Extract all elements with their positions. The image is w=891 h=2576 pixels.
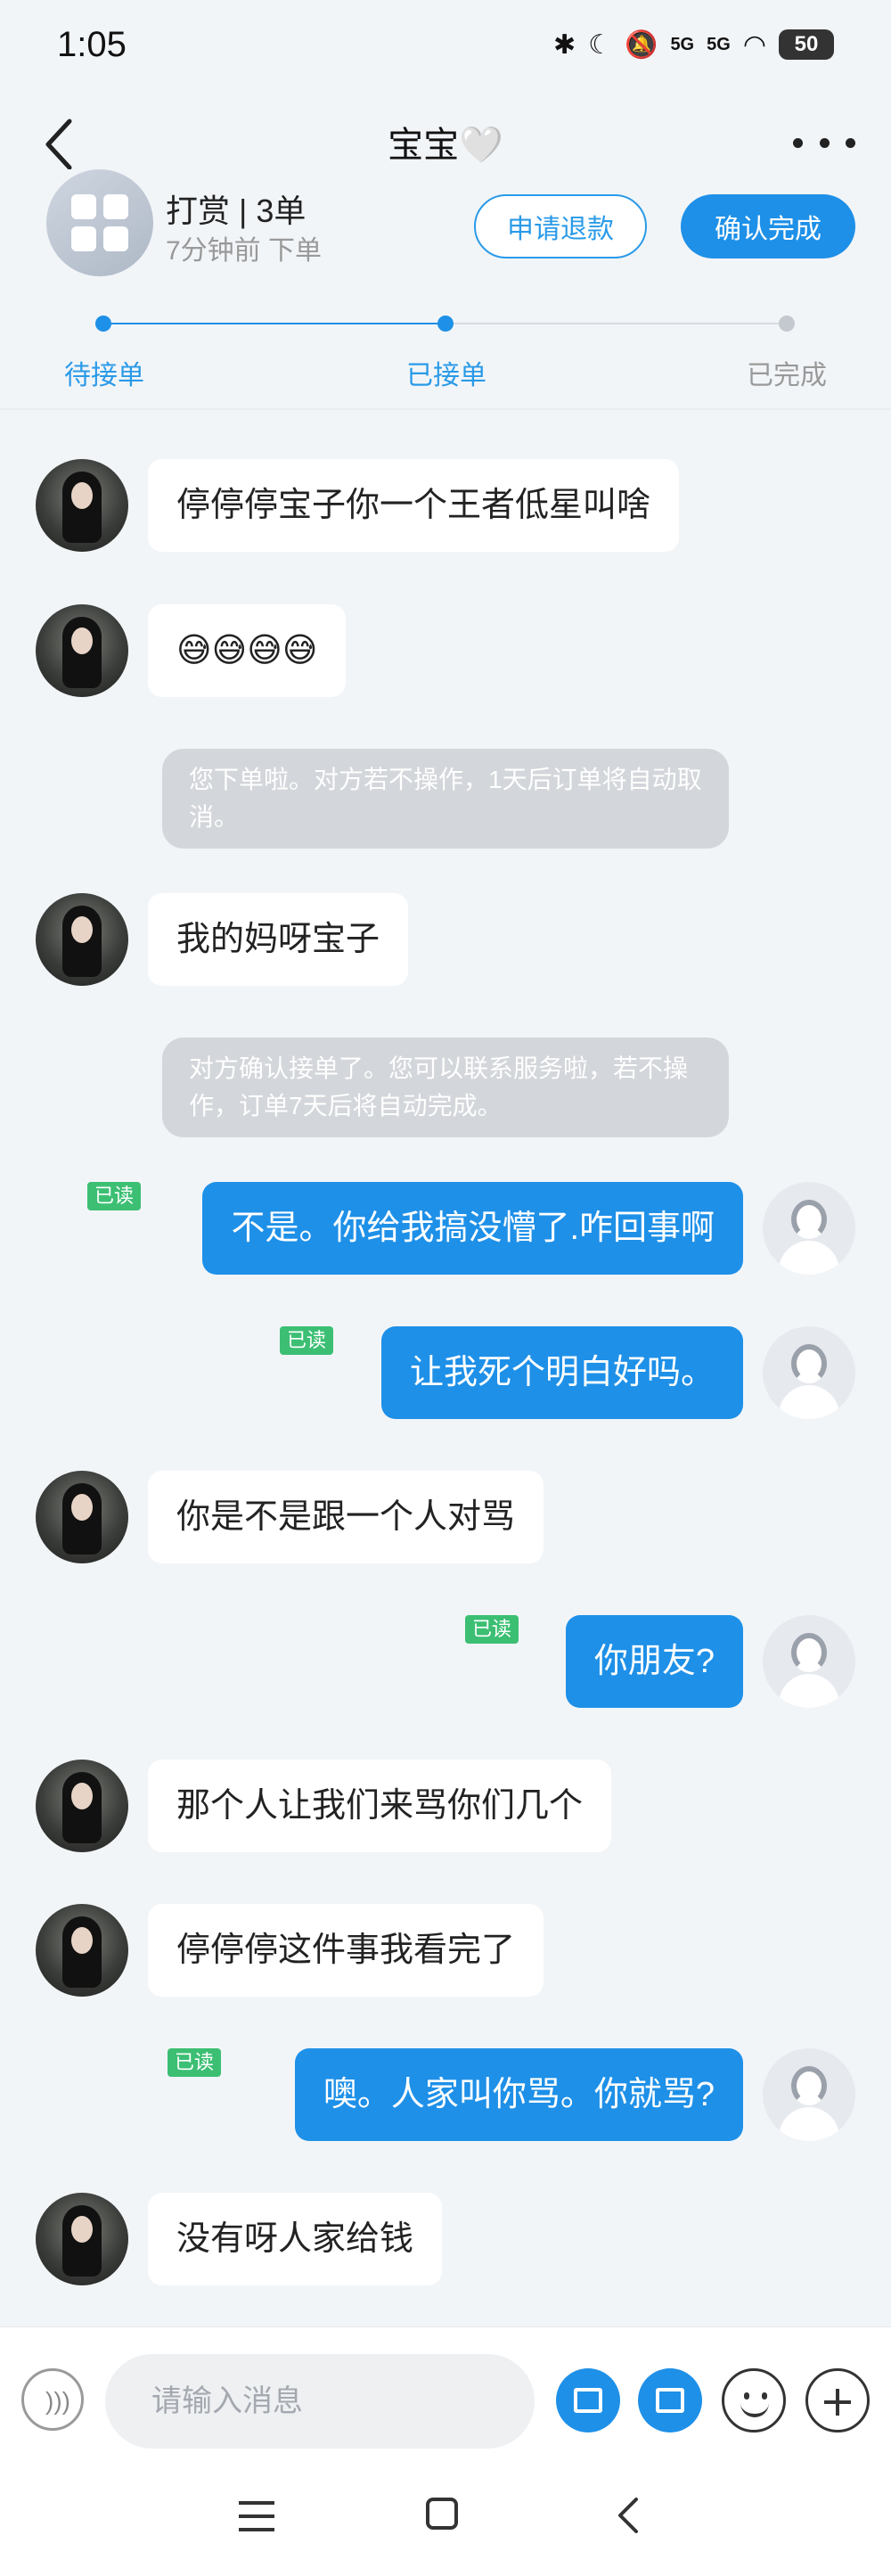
status-time: 1:05 [57, 24, 127, 64]
system-nav-bar [0, 2469, 891, 2576]
message-incoming[interactable]: 你是不是跟一个人对骂 [148, 1471, 544, 1563]
battery-icon: 50 [779, 29, 834, 60]
message-incoming[interactable]: 那个人让我们来骂你们几个 [148, 1760, 612, 1852]
emoji-button[interactable] [722, 2368, 786, 2432]
voice-icon: ))) [45, 2387, 70, 2415]
my-avatar[interactable] [763, 1326, 855, 1419]
confirm-complete-button[interactable]: 确认完成 [681, 194, 855, 258]
system-message: 对方确认接单了。您可以联系服务啦，若不操作，订单7天后将自动完成。 [162, 1038, 729, 1137]
moon-icon: ☾ [588, 29, 613, 60]
voice-button[interactable]: ))) [21, 2368, 84, 2431]
status-icons: ✱ ☾ 🔕 5G 5G ◠ 50 [553, 29, 834, 61]
step-label-pending: 待接单 [64, 361, 144, 390]
emoji-icon [744, 2392, 749, 2400]
signal-icon: 5G [670, 34, 695, 54]
order-box-button[interactable] [638, 2368, 702, 2432]
my-avatar[interactable] [763, 2048, 855, 2141]
system-message: 您下单啦。对方若不操作，1天后订单将自动取消。 [162, 749, 729, 849]
status-bar: 1:05 ✱ ☾ 🔕 5G 5G ◠ 50 [0, 0, 891, 89]
step-label-completed: 已完成 [747, 361, 827, 390]
dot-icon [846, 137, 855, 148]
box-icon [656, 2388, 684, 2413]
menu-icon[interactable] [239, 2501, 274, 2531]
step-dot-1 [95, 316, 111, 332]
progress-line-done [103, 323, 442, 324]
read-badge: 已读 [87, 1182, 142, 1210]
wifi-icon: ◠ [742, 29, 766, 60]
message-incoming[interactable]: 我的妈呀宝子 [148, 893, 409, 986]
message-incoming[interactable]: 😅😅😅😅 [148, 604, 347, 697]
gift-icon [574, 2388, 602, 2413]
step-dot-2 [437, 316, 454, 332]
back-nav-icon[interactable] [615, 2496, 642, 2535]
read-badge: 已读 [465, 1615, 519, 1644]
message-incoming[interactable]: 停停停宝子你一个王者低星叫啥 [148, 459, 680, 552]
request-refund-button[interactable]: 申请退款 [474, 194, 647, 258]
avatar[interactable] [36, 604, 128, 697]
read-badge: 已读 [168, 2048, 222, 2077]
progress-line-pending [446, 323, 786, 324]
avatar[interactable] [36, 1471, 128, 1563]
signal-icon-2: 5G [707, 34, 731, 54]
message-outgoing[interactable]: 噢。人家叫你骂。你就骂? [294, 2048, 743, 2141]
read-badge: 已读 [280, 1326, 334, 1355]
bluetooth-icon: ✱ [553, 29, 576, 60]
my-avatar[interactable] [763, 1615, 855, 1708]
page-title: 宝宝🤍 [388, 126, 503, 165]
avatar[interactable] [36, 1760, 128, 1852]
order-title: 打赏 | 3单 [166, 193, 307, 229]
avatar[interactable] [36, 2193, 128, 2285]
message-outgoing[interactable]: 你朋友? [565, 1615, 743, 1708]
dot-icon [819, 137, 830, 148]
order-header: 打赏 | 3单 7分钟前 下单 申请退款 确认完成 待接单 已接单 已完成 [0, 169, 891, 410]
chat-list[interactable]: 停停停宝子你一个王者低星叫啥 😅😅😅😅 您下单啦。对方若不操作，1天后订单将自动… [0, 410, 891, 2326]
home-icon[interactable] [426, 2498, 458, 2530]
order-time: 7分钟前 下单 [166, 236, 323, 266]
message-outgoing[interactable]: 不是。你给我搞没懵了.咋回事啊 [202, 1182, 743, 1275]
message-outgoing[interactable]: 让我死个明白好吗。 [380, 1326, 743, 1419]
dot-icon [793, 137, 803, 148]
plus-button[interactable] [805, 2368, 870, 2432]
gift-button[interactable] [556, 2368, 620, 2432]
more-options-button[interactable] [793, 116, 855, 169]
mute-icon: 🔕 [625, 29, 658, 60]
message-input[interactable] [105, 2354, 535, 2449]
avatar[interactable] [36, 459, 128, 552]
step-dot-3 [779, 316, 795, 332]
avatar[interactable] [36, 1904, 128, 1997]
order-app-icon [46, 169, 153, 276]
avatar[interactable] [36, 893, 128, 986]
my-avatar[interactable] [763, 1182, 855, 1275]
message-incoming[interactable]: 停停停这件事我看完了 [148, 1904, 544, 1997]
message-incoming[interactable]: 没有呀人家给钱 [148, 2193, 443, 2285]
step-label-accepted: 已接单 [406, 361, 486, 390]
input-bar: ))) [0, 2326, 891, 2469]
